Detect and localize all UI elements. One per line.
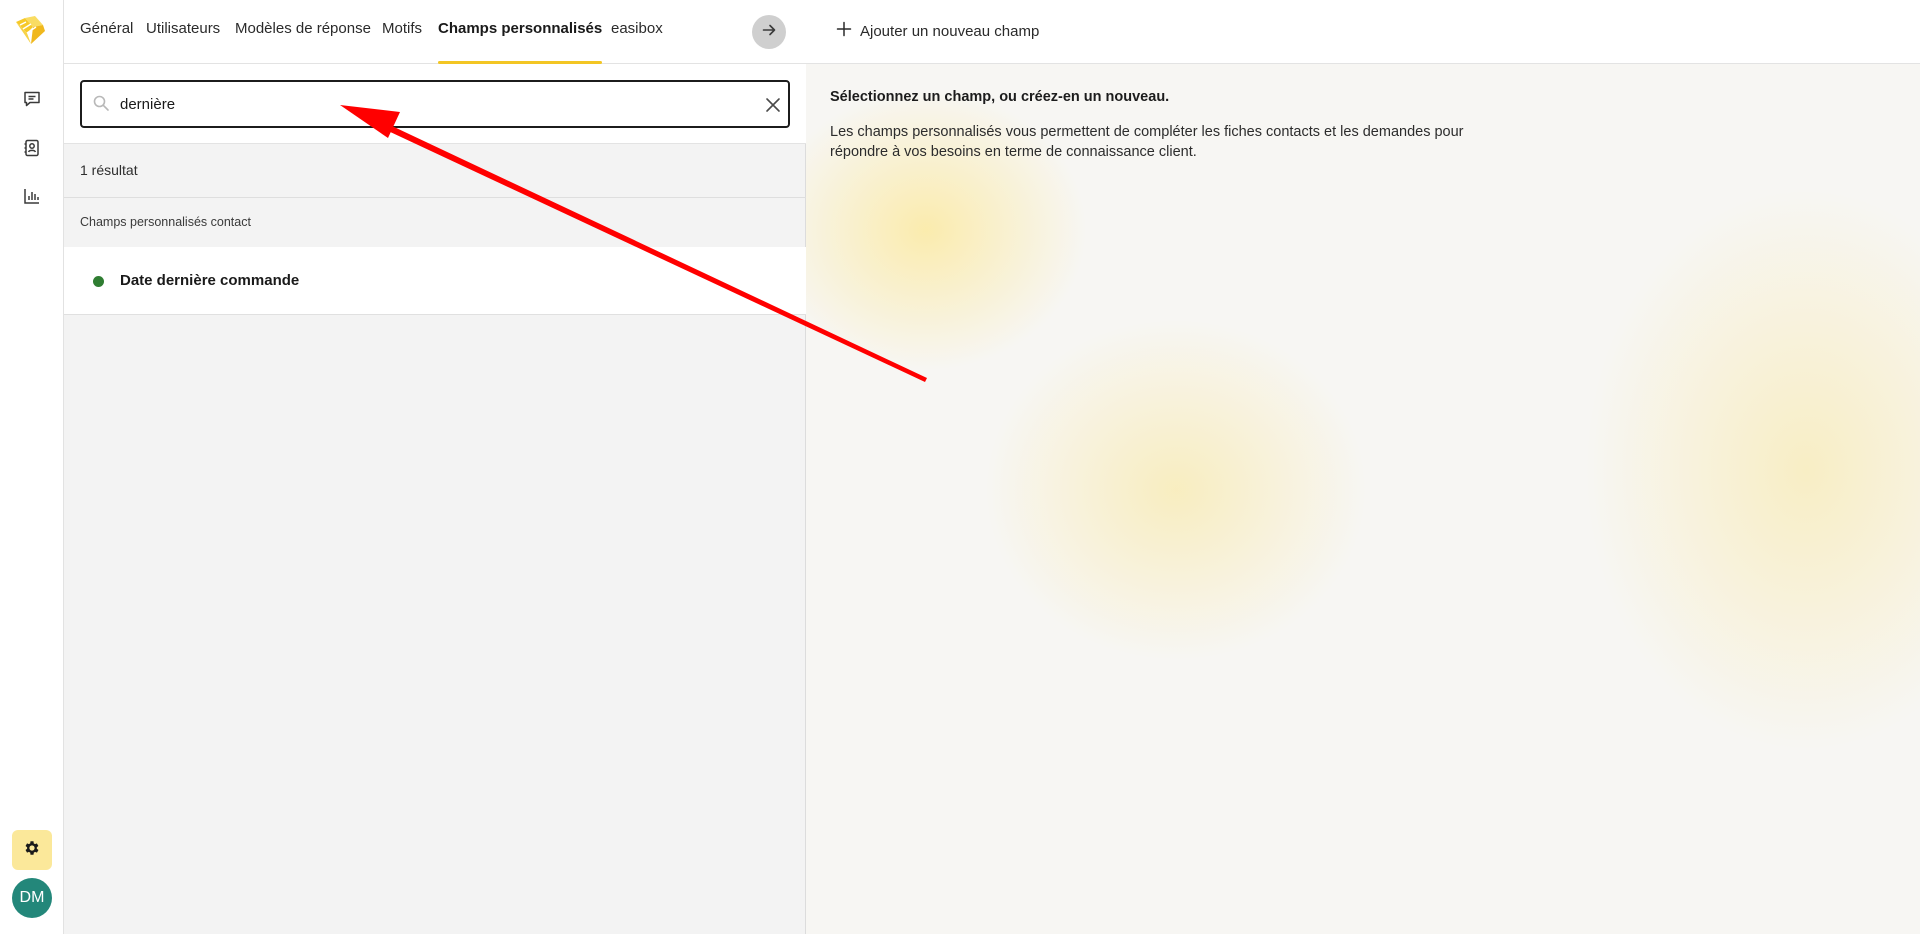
add-field-label: Ajouter un nouveau champ (860, 22, 1040, 40)
search-input[interactable] (120, 92, 720, 116)
avatar-initials: DM (19, 889, 45, 906)
icon-rail: DM (0, 0, 64, 934)
divider (64, 197, 806, 198)
hearts-logo-icon[interactable] (13, 13, 49, 49)
field-detail-pane: Ajouter un nouveau champ Sélectionnez un… (806, 0, 1920, 934)
tab-easibox[interactable]: easibox (611, 20, 663, 64)
list-item[interactable]: Date dernière commande (64, 247, 806, 315)
settings-tabs: Général Utilisateurs Modèles de réponse … (64, 0, 806, 64)
arrow-right-icon (761, 22, 777, 43)
result-count: 1 résultat (80, 162, 138, 178)
tab-response-templates[interactable]: Modèles de réponse (235, 20, 371, 64)
search-zone (64, 64, 806, 144)
tab-users[interactable]: Utilisateurs (146, 20, 220, 64)
tab-custom-fields[interactable]: Champs personnalisés (438, 20, 603, 64)
custom-fields-panel: Général Utilisateurs Modèles de réponse … (64, 0, 806, 934)
search-box (80, 80, 790, 128)
search-icon (92, 94, 110, 117)
tab-general[interactable]: Général (80, 20, 133, 64)
tab-reasons[interactable]: Motifs (382, 20, 422, 64)
chat-bubble-icon[interactable] (20, 87, 44, 111)
detail-header: Ajouter un nouveau champ (806, 0, 1920, 64)
plus-icon (836, 21, 852, 41)
empty-state-description: Les champs personnalisés vous permettent… (830, 124, 1464, 160)
clear-search-icon[interactable] (762, 94, 784, 116)
list-item-label: Date dernière commande (120, 272, 300, 289)
section-title: Champs personnalisés contact (80, 215, 251, 229)
user-avatar[interactable]: DM (12, 878, 52, 918)
gear-icon (23, 839, 41, 862)
empty-state-title: Sélectionnez un champ, ou créez-en un no… (830, 89, 1170, 105)
status-dot (93, 276, 104, 287)
settings-button[interactable] (12, 830, 52, 870)
bar-chart-icon[interactable] (20, 184, 44, 208)
add-field-button[interactable]: Ajouter un nouveau champ (836, 21, 1039, 41)
tabs-scroll-right-button[interactable] (752, 15, 786, 49)
contact-book-icon[interactable] (20, 136, 44, 160)
